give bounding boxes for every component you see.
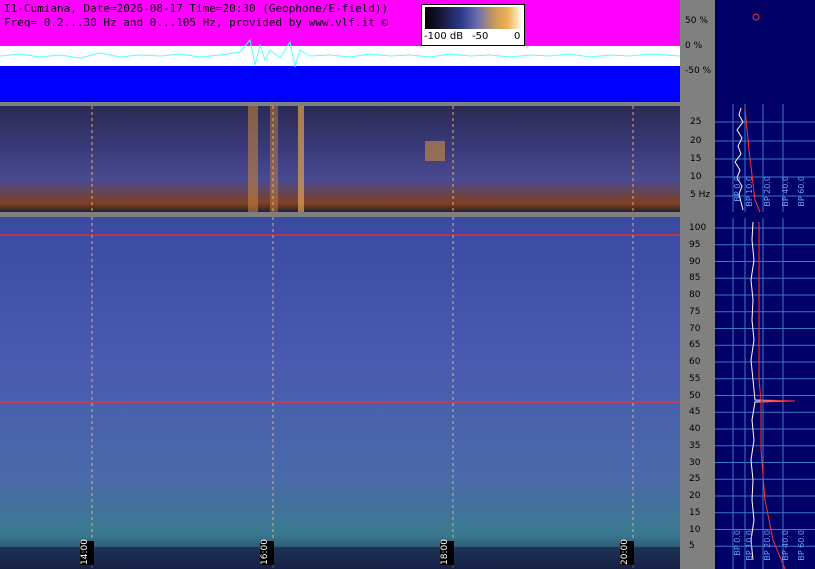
bp-label: BP 60.0 xyxy=(797,176,806,207)
high-frequency-tick-label: 25 xyxy=(689,474,701,485)
low-frequency-spectrogram xyxy=(0,106,680,212)
time-label: 14:00 xyxy=(80,539,94,565)
high-frequency-tick-label: 15 xyxy=(689,507,701,518)
time-label: 16:00 xyxy=(260,539,274,565)
bp-label: BP 10.0 xyxy=(745,530,754,561)
bp-label: BP 20.0 xyxy=(763,176,772,207)
colorbar-min-label: -100 dB xyxy=(424,31,464,42)
high-frequency-tick-label: 75 xyxy=(689,306,701,317)
high-frequency-tick-label: 45 xyxy=(689,407,701,418)
header-line-2: Freq= 0.2...30 Hz and 0...105 Hz, provid… xyxy=(4,16,389,29)
colorbar-gradient xyxy=(425,7,521,29)
high-frequency-tick-label: 95 xyxy=(689,239,701,250)
high-frequency-tick-label: 20 xyxy=(689,491,701,501)
high-frequency-tick-label: 65 xyxy=(689,340,701,351)
high-frequency-tick-label: 10 xyxy=(689,524,701,535)
low-frequency-tick-label: 20 xyxy=(690,136,702,146)
low-frequency-tick-label: 15 xyxy=(690,154,702,164)
frequency-axis: 50 % 0 % -50 % 25 20 15 10 5 Hz 100 95 90 85 80 75 7… xyxy=(680,0,715,569)
bp-label: BP 0.0 xyxy=(733,530,742,556)
amplitude-tick-label: -50 % xyxy=(685,66,712,76)
spectrum-profile xyxy=(715,13,815,569)
high-frequency-tick-label: 60 xyxy=(689,357,701,367)
bp-label: BP 20.0 xyxy=(763,530,772,561)
high-frequency-tick-label: 70 xyxy=(689,323,701,334)
bp-label: BP 10.0 xyxy=(745,176,754,207)
high-frequency-tick-label: 80 xyxy=(689,290,701,300)
time-label: 20:00 xyxy=(620,539,634,565)
low-frequency-overlay xyxy=(91,106,634,212)
high-frequency-tick-label: 55 xyxy=(689,373,701,384)
colorbar: -100 dB -50 0 xyxy=(421,4,525,46)
bp-label: BP 60.0 xyxy=(797,530,806,561)
spectrum-profile-panel: BP 0.0 BP 10.0 BP 20.0 BP 40.0 BP 60.0 BP 0.… xyxy=(715,0,815,569)
high-frequency-tick-label: 100 xyxy=(689,223,707,233)
high-frequency-tick-label: 40 xyxy=(689,424,701,434)
high-frequency-tick-label: 5 xyxy=(689,541,695,552)
amplitude-tick-label: 50 % xyxy=(685,16,708,26)
high-frequency-tick-label: 90 xyxy=(689,256,701,267)
low-frequency-tick-label: 25 xyxy=(690,117,702,127)
low-frequency-tick-label: 5 Hz xyxy=(690,190,711,200)
colorbar-mid-label: -50 xyxy=(472,31,489,42)
bp-label: BP 40.0 xyxy=(781,530,790,561)
high-frequency-tick-label: 35 xyxy=(689,440,701,451)
header-line-1: I1-Cumiana, Date=2026-08-17 Time=20:30 (… xyxy=(4,2,389,15)
bp-label: BP 0.0 xyxy=(733,176,742,202)
low-frequency-tick-label: 10 xyxy=(690,172,702,182)
bp-label: BP 40.0 xyxy=(781,176,790,207)
high-frequency-tick-label: 50 xyxy=(689,390,701,401)
time-label: 18:00 xyxy=(440,539,454,565)
high-frequency-tick-label: 30 xyxy=(689,457,701,468)
high-frequency-spectrogram: 14:00 16:00 18:00 20:00 xyxy=(0,217,680,569)
high-frequency-tick-label: 85 xyxy=(689,273,701,284)
high-frequency-overlay xyxy=(0,217,680,569)
chart-header: I1-Cumiana, Date=2026-08-17 Time=20:30 (… xyxy=(4,2,388,30)
amplitude-panel: I1-Cumiana, Date=2026-08-17 Time=20:30 (… xyxy=(0,0,680,102)
amplitude-tick-label: 0 % xyxy=(685,41,703,51)
colorbar-max-label: 0 xyxy=(514,31,521,42)
